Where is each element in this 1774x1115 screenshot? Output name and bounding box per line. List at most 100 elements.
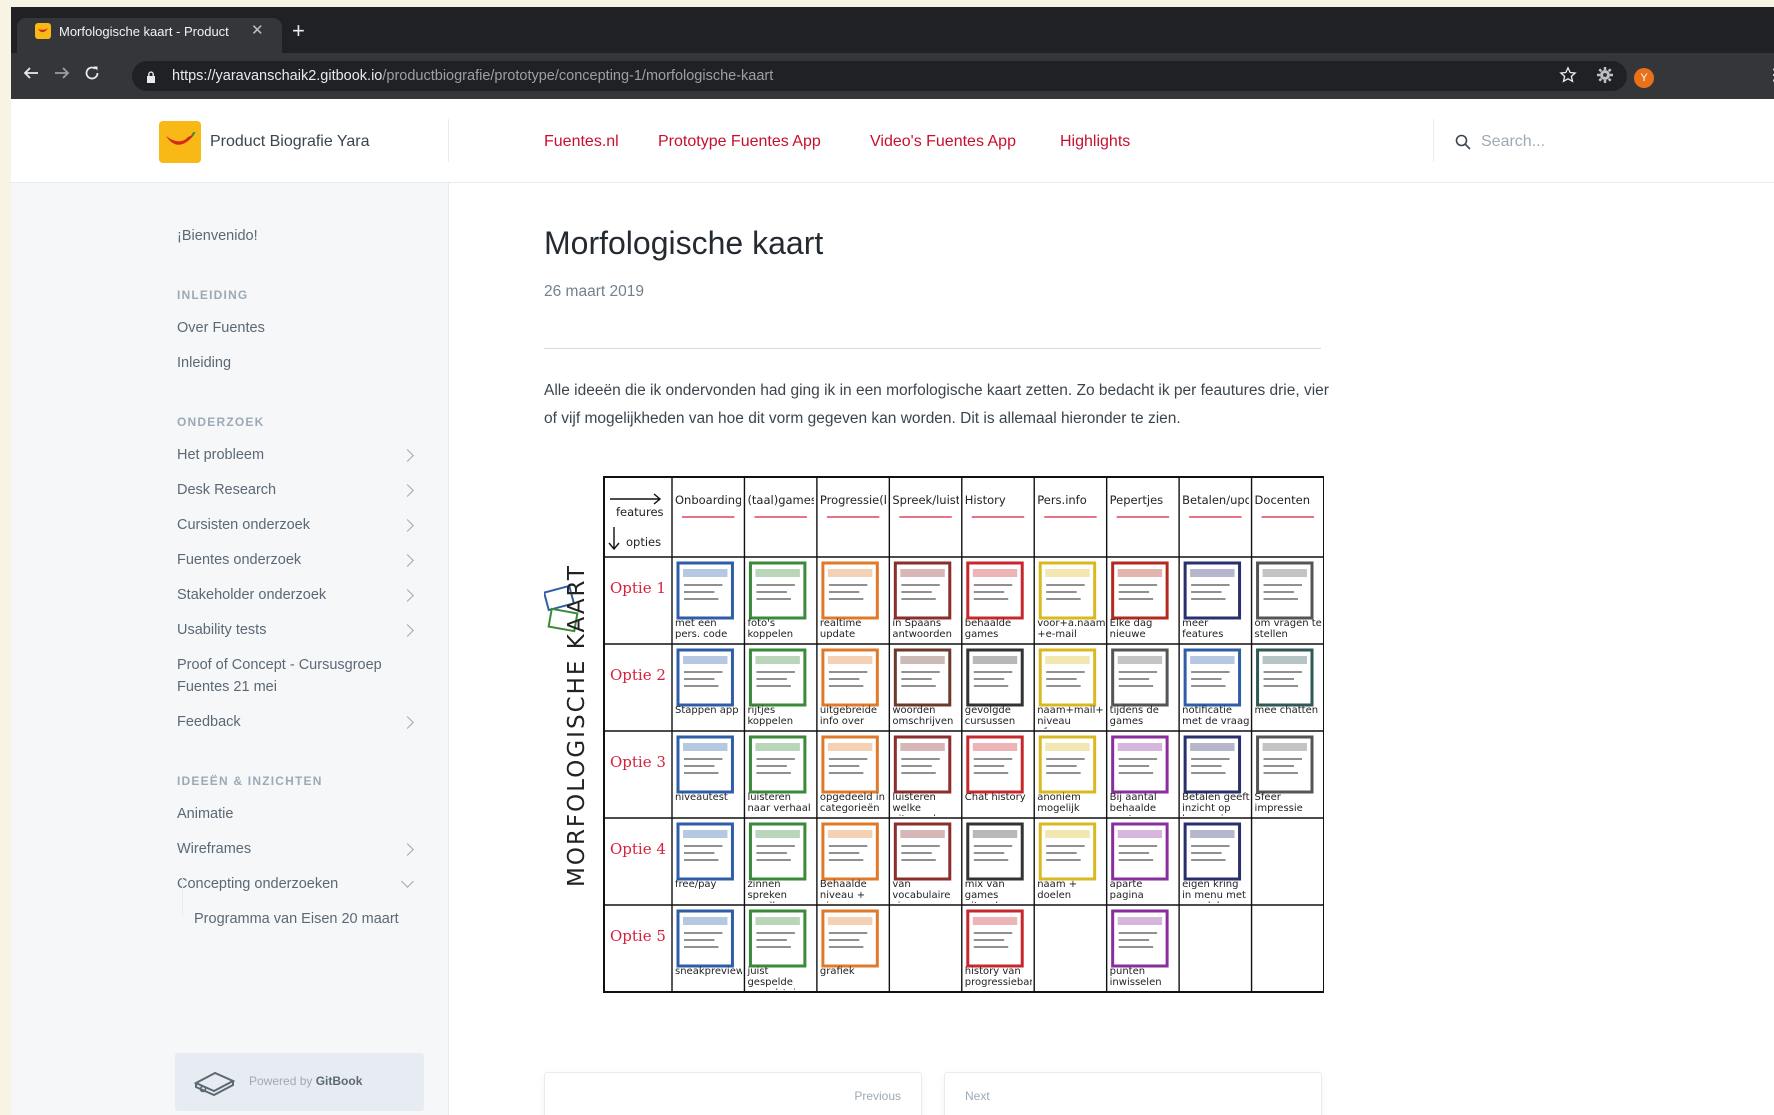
- sketch-bar: [1262, 656, 1307, 664]
- sidebar-item-proof-of-concept[interactable]: Proof of Concept - Cursusgroep: [177, 657, 382, 673]
- nav-link-fuentes[interactable]: Fuentes.nl: [544, 133, 619, 151]
- map-cell-caption: van vocabulaire zinnen maken: [892, 879, 951, 903]
- chevron-down-icon[interactable]: [401, 875, 414, 888]
- browser-toolbar: https://yaravanschaik2.gitbook.io/produc…: [11, 53, 1774, 99]
- previous-label: Previous: [854, 1089, 901, 1103]
- lock-icon: [146, 70, 156, 88]
- chevron-right-icon[interactable]: [401, 519, 414, 532]
- chevron-right-icon[interactable]: [401, 484, 414, 497]
- sketch-bar: [683, 743, 728, 751]
- map-cell-caption: foto's koppelen: [747, 618, 794, 640]
- intro-paragraph: Alle ideeën die ik ondervonden had ging …: [544, 382, 1329, 427]
- sidebar: ¡Bienvenido! INLEIDING Over Fuentes Inle…: [11, 183, 449, 1115]
- profile-avatar[interactable]: Y: [1634, 68, 1654, 88]
- morfologische-kaart-image[interactable]: features opties Onboarding (taal)games Progr…: [544, 469, 1324, 999]
- sidebar-item-bienvenido[interactable]: ¡Bienvenido!: [177, 228, 258, 244]
- map-cell-caption: juist gespelde woord / zin: [747, 966, 802, 990]
- sidebar-item-programma-van-eisen[interactable]: Programma van Eisen 20 maart: [194, 911, 399, 927]
- sidebar-item-inleiding[interactable]: Inleiding: [177, 355, 231, 371]
- sidebar-item-cursisten-onderzoek[interactable]: Cursisten onderzoek: [177, 517, 310, 533]
- sketch-bar: [972, 830, 1018, 838]
- map-cell-caption: punten inwisselen voor pepertjes: [1109, 966, 1162, 990]
- sketch-bar: [683, 917, 728, 925]
- sketch-bar: [827, 830, 873, 838]
- site-logo[interactable]: [159, 121, 201, 163]
- sidebar-item-animatie[interactable]: Animatie: [177, 806, 233, 822]
- map-cell-caption: voor+a.naam +e-mail: [1037, 618, 1105, 640]
- sketch-bar: [1262, 743, 1307, 751]
- url-text[interactable]: https://yaravanschaik2.gitbook.io/produc…: [172, 68, 773, 84]
- chevron-right-icon[interactable]: [401, 554, 414, 567]
- new-tab-icon[interactable]: +: [292, 18, 305, 44]
- sidebar-item-feedback[interactable]: Feedback: [177, 714, 241, 730]
- tab-strip: Morfologische kaart - Product ✕ +: [11, 7, 1774, 53]
- corner-opties-label: opties: [626, 535, 662, 549]
- forward-arrow-icon[interactable]: [54, 65, 70, 85]
- powered-prefix: Powered by: [249, 1074, 316, 1088]
- previous-page-link[interactable]: Previous: [544, 1072, 922, 1115]
- nav-link-highlights[interactable]: Highlights: [1060, 133, 1130, 151]
- address-bar[interactable]: https://yaravanschaik2.gitbook.io/produc…: [132, 61, 1627, 91]
- map-cell-caption: notificatie met de vraag: [1182, 705, 1250, 727]
- sketch-bar: [827, 917, 873, 925]
- chevron-right-icon[interactable]: [401, 589, 414, 602]
- tab-favicon-icon: [35, 23, 51, 39]
- powered-by-gitbook[interactable]: Powered by GitBook: [175, 1053, 424, 1111]
- sidebar-item-stakeholder-onderzoek[interactable]: Stakeholder onderzoek: [177, 587, 326, 603]
- sketch-bar: [827, 656, 873, 664]
- sidebar-item-proof-of-concept-line2[interactable]: Fuentes 21 mei: [177, 679, 277, 695]
- map-row-label: Optie 5: [610, 926, 666, 945]
- sketch-bar: [683, 656, 728, 664]
- map-cell-caption: in Spaans antwoorden: [892, 618, 952, 640]
- chevron-right-icon[interactable]: [401, 624, 414, 637]
- sketch-bar: [755, 830, 800, 838]
- sidebar-item-concepting-onderzoeken[interactable]: Concepting onderzoeken: [177, 876, 338, 892]
- map-cell-caption: mix van games uitzoeken chats: [964, 879, 1013, 903]
- nav-link-prototype[interactable]: Prototype Fuentes App: [658, 133, 821, 151]
- map-column-header: Pepertjes: [1109, 493, 1164, 507]
- bookmark-star-icon[interactable]: [1559, 66, 1577, 88]
- tab-close-icon[interactable]: ✕: [251, 21, 264, 39]
- sketch-bar: [900, 743, 945, 751]
- header-divider: [448, 119, 449, 162]
- browser-window: Morfologische kaart - Product ✕ + https:…: [11, 7, 1774, 1115]
- sidebar-item-usability-tests[interactable]: Usability tests: [177, 622, 266, 638]
- search-input[interactable]: [1479, 127, 1763, 157]
- sketch-bar: [972, 656, 1018, 664]
- gitbook-icon: [193, 1069, 236, 1102]
- map-cell-caption: met een pers. code: [675, 618, 728, 640]
- sidebar-item-over-fuentes[interactable]: Over Fuentes: [177, 320, 265, 336]
- map-side-label: MORFOLOGISCHE KAART: [564, 564, 590, 887]
- sketch-bar: [1190, 830, 1235, 838]
- title-divider: [544, 348, 1321, 349]
- tab-title: Morfologische kaart - Product: [59, 24, 229, 39]
- map-cell-caption: om vragen te stellen: [1254, 618, 1322, 640]
- sketch-bar: [900, 656, 945, 664]
- map-cell-caption: tijdens de games: [1109, 705, 1159, 727]
- sketch-bar: [1045, 743, 1090, 751]
- map-column-header: (taal)games: [747, 493, 814, 507]
- sidebar-item-wireframes[interactable]: Wireframes: [177, 841, 251, 857]
- sidebar-item-desk-research[interactable]: Desk Research: [177, 482, 276, 498]
- sidebar-item-fuentes-onderzoek[interactable]: Fuentes onderzoek: [177, 552, 301, 568]
- menu-dots-icon[interactable]: ⋮: [1766, 66, 1774, 86]
- map-cell-caption: Bij aantal behaalde punten: [1109, 792, 1157, 816]
- next-page-link[interactable]: Next: [944, 1072, 1322, 1115]
- map-column-header: Onboarding: [675, 493, 742, 507]
- chevron-right-icon[interactable]: [401, 843, 414, 856]
- map-cell-caption: luisteren welke uitspraak goed: [892, 792, 939, 816]
- corner-features-label: features: [616, 505, 664, 519]
- site-title[interactable]: Product Biografie Yara: [210, 133, 370, 151]
- map-column-header: Pers.info: [1037, 493, 1087, 507]
- back-arrow-icon[interactable]: [23, 65, 39, 85]
- map-column-header: Docenten: [1254, 493, 1310, 507]
- chevron-right-icon[interactable]: [401, 716, 414, 729]
- map-cell-caption: woorden omschrijven: [892, 705, 954, 727]
- sketch-bar: [827, 743, 873, 751]
- nav-link-videos[interactable]: Video's Fuentes App: [870, 133, 1016, 151]
- sidebar-item-het-probleem[interactable]: Het probleem: [177, 447, 264, 463]
- chevron-right-icon[interactable]: [401, 449, 414, 462]
- extension-gear-icon[interactable]: [1596, 66, 1614, 88]
- reload-icon[interactable]: [84, 65, 100, 85]
- map-column-header: Betalen/update: [1182, 493, 1249, 507]
